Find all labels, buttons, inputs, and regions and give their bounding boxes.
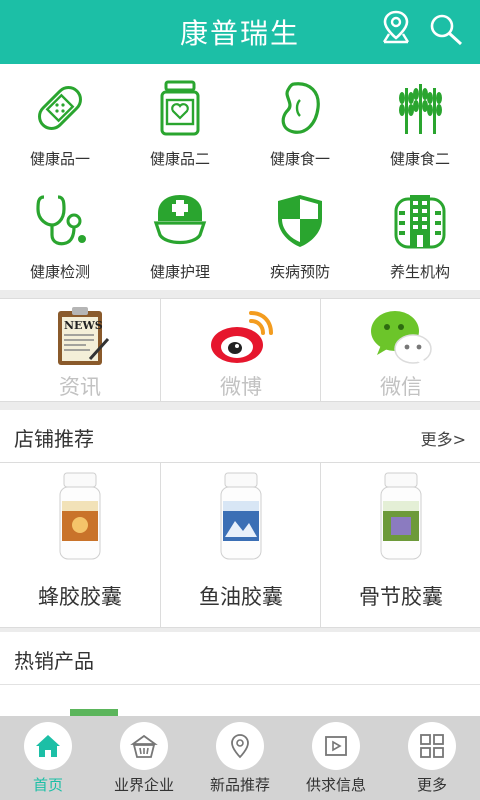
bandage-icon (38, 86, 82, 130)
category-label: 健康食一 (269, 150, 330, 168)
product-card-3[interactable]: 骨节胶囊 (320, 463, 480, 628)
news-entry[interactable]: NEWS 资讯 (0, 299, 160, 402)
tab-label: 首页 (32, 776, 63, 794)
product-name: 骨节胶囊 (359, 585, 443, 609)
hot-product-list (0, 684, 480, 717)
tab-icon-circle (408, 722, 456, 770)
tab-new-products[interactable]: 新品推荐 (192, 716, 288, 800)
product-name: 蜂胶胶囊 (38, 585, 122, 609)
weibo-icon (211, 311, 273, 363)
medicine-jar-icon (160, 80, 200, 136)
bottom-tab-bar: 首页 业界企业 新品推荐 供求信息 更多 (0, 716, 480, 800)
shop-section-title: 店铺推荐 (14, 427, 94, 451)
category-item-7[interactable]: 疾病预防 (240, 177, 360, 290)
tab-supply-demand[interactable]: 供求信息 (288, 716, 384, 800)
category-label: 健康品一 (29, 150, 90, 168)
category-label: 健康食二 (389, 150, 450, 168)
hot-section-header: 热销产品 (0, 632, 480, 684)
basket-icon (130, 734, 158, 758)
tab-industry[interactable]: 业界企业 (96, 716, 192, 800)
tab-label: 供求信息 (305, 776, 366, 794)
building-icon (394, 195, 446, 249)
tab-icon-circle (120, 722, 168, 770)
category-label: 健康护理 (149, 263, 210, 281)
app-header: 康普瑞生 (0, 0, 480, 64)
social-row: NEWS 资讯 微博 微信 (0, 298, 480, 402)
tab-icon-circle (312, 722, 360, 770)
tab-home[interactable]: 首页 (0, 716, 96, 800)
category-item-5[interactable]: 健康检测 (0, 177, 120, 290)
location-icon[interactable] (380, 10, 412, 44)
category-label: 健康检测 (29, 263, 90, 281)
wechat-icon (371, 311, 432, 367)
stethoscope-icon (36, 195, 86, 246)
product-card-2[interactable]: 鱼油胶囊 (160, 463, 320, 628)
category-item-3[interactable]: 健康食一 (240, 64, 360, 177)
category-label: 疾病预防 (269, 263, 330, 281)
product-name: 鱼油胶囊 (199, 585, 283, 609)
category-item-1[interactable]: 健康品一 (0, 64, 120, 177)
category-item-2[interactable]: 健康品二 (120, 64, 240, 177)
capsule-bottle-image (380, 472, 422, 560)
tab-more[interactable]: 更多 (384, 716, 480, 800)
category-item-4[interactable]: 健康食二 (360, 64, 480, 177)
grid-icon (420, 734, 444, 758)
home-icon (36, 735, 60, 757)
tab-icon-circle (216, 722, 264, 770)
play-video-icon (325, 736, 347, 756)
tab-label: 业界企业 (113, 776, 174, 794)
weibo-entry[interactable]: 微博 (160, 299, 320, 402)
search-icon[interactable] (428, 12, 464, 46)
wheat-icon (399, 84, 442, 134)
capsule-bottle-image (59, 472, 101, 560)
shield-icon (278, 195, 322, 247)
shop-more-link[interactable]: 更多> (421, 426, 466, 450)
category-label: 健康品二 (149, 150, 210, 168)
svg-text:NEWS: NEWS (64, 319, 103, 332)
location-pin-icon (231, 734, 249, 759)
category-grid: 健康品一 健康品二 健康食一 健康食二 健康检测 健康护理 疾病预防 养生机构 (0, 64, 480, 290)
news-clipboard-icon: NEWS (58, 307, 110, 365)
wechat-label: 微信 (380, 375, 422, 399)
bean-icon (281, 82, 320, 134)
news-label: 资讯 (59, 375, 101, 399)
hot-section-title: 热销产品 (14, 649, 94, 673)
tab-label: 新品推荐 (209, 776, 270, 794)
product-card-1[interactable]: 蜂胶胶囊 (0, 463, 160, 628)
category-label: 养生机构 (389, 263, 450, 281)
nurse-cap-icon (153, 195, 207, 245)
tab-label: 更多 (416, 776, 447, 794)
wechat-entry[interactable]: 微信 (320, 299, 480, 402)
capsule-bottle-image (220, 472, 262, 560)
category-item-8[interactable]: 养生机构 (360, 177, 480, 290)
shop-section-header: 店铺推荐 更多> (0, 410, 480, 462)
tab-icon-circle (24, 722, 72, 770)
weibo-label: 微博 (220, 375, 262, 399)
shop-product-row: 蜂胶胶囊 鱼油胶囊 骨节胶囊 (0, 462, 480, 628)
category-item-6[interactable]: 健康护理 (120, 177, 240, 290)
